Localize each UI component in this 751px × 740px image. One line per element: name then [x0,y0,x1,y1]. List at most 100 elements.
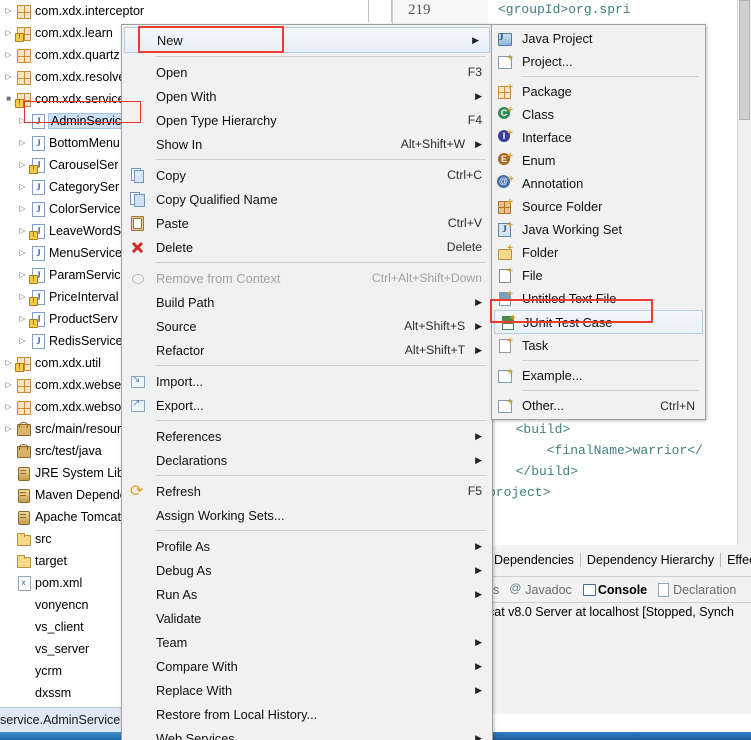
tree-twisty-collapsed-icon[interactable]: ▷ [2,352,15,374]
pom-tab[interactable]: Dependency Hierarchy [581,553,722,567]
menu-item-java-project[interactable]: Java Project [492,27,705,50]
pom-tab[interactable]: Effecti [721,553,751,567]
menu-item-accelerator: Alt+Shift+T [404,343,466,357]
menu-item-label: Open With [156,88,217,104]
menu-item-show-in[interactable]: Show In Alt+Shift+W ▶ [122,132,492,156]
editor-vertical-scrollbar[interactable] [737,0,751,545]
menu-item-open-type-hierarchy[interactable]: Open Type Hierarchy F4 [122,108,492,132]
menu-item-build-path[interactable]: Build Path ▶ [122,290,492,314]
refresh-icon [129,481,145,501]
menu-item-label: Import... [156,373,203,389]
tree-twisty-collapsed-icon[interactable]: ▷ [16,242,29,264]
tree-twisty-collapsed-icon[interactable]: ▷ [16,154,29,176]
package-icon [15,47,32,63]
folder-icon [15,531,32,547]
tree-twisty-collapsed-icon[interactable]: ▷ [16,264,29,286]
tree-twisty-collapsed-icon[interactable]: ▷ [2,66,15,88]
tree-twisty-collapsed-icon[interactable]: ▷ [16,286,29,308]
tree-twisty-collapsed-icon[interactable]: ▷ [2,44,15,66]
menu-item-references[interactable]: References ▶ [122,424,492,448]
pom-tab[interactable]: Dependencies [488,553,581,567]
code-text: <finalName>warrior</ [500,443,703,458]
tree-twisty-collapsed-icon[interactable]: ▷ [16,132,29,154]
new-submenu-items[interactable]: Java Project Project... Package Class Interf… [492,27,705,417]
menu-item-copy-qualified-name[interactable]: Copy Qualified Name [122,187,492,211]
tree-twisty-collapsed-icon[interactable]: ▷ [2,396,15,418]
menu-item-paste[interactable]: Paste Ctrl+V [122,211,492,235]
menu-item-other[interactable]: Other... Ctrl+N [492,394,705,417]
tree-twisty-collapsed-icon[interactable]: ▷ [2,374,15,396]
tree-item[interactable]: ▷ com.xdx.interceptor [0,0,160,22]
menu-item-junit-test-case[interactable]: JUnit Test Case [494,310,703,334]
view-tab-javadoc[interactable]: Javadoc [504,581,577,597]
menu-item-folder[interactable]: Folder [492,241,705,264]
menu-item-label: Restore from Local History... [156,706,318,722]
menu-item-replace-with[interactable]: Replace With ▶ [122,678,492,702]
none [15,641,32,657]
tree-twisty-collapsed-icon[interactable]: ▷ [16,198,29,220]
menu-item-run-as[interactable]: Run As ▶ [122,582,492,606]
menu-item-label: Interface [522,130,572,145]
view-tab-bar[interactable]: s Javadoc Console Declaration [488,576,751,602]
menu-item-example[interactable]: Example... [492,364,705,387]
menu-item-open[interactable]: Open F3 [122,60,492,84]
new-submenu[interactable]: Java Project Project... Package Class Interf… [491,24,706,420]
tree-item-label: ProductServ [49,312,118,326]
menu-item-project[interactable]: Project... [492,50,705,73]
tree-item-label: CarouselSer [49,158,119,172]
menu-item-import[interactable]: Import... [122,369,492,393]
warning-badge-icon: ! [15,363,24,372]
menu-item-declarations[interactable]: Declarations ▶ [122,448,492,472]
menu-item-open-with[interactable]: Open With ▶ [122,84,492,108]
bottom-panel[interactable]: DependenciesDependency HierarchyEffecti … [488,545,751,714]
menu-item-team[interactable]: Team ▶ [122,630,492,654]
menu-item-copy[interactable]: Copy Ctrl+C [122,163,492,187]
explorer-status-text: service.AdminService [0,713,121,727]
menu-item-interface[interactable]: Interface [492,126,705,149]
tree-twisty-collapsed-icon[interactable]: ▷ [2,0,15,22]
menu-item-class[interactable]: Class [492,103,705,126]
menu-item-export[interactable]: Export... [122,393,492,417]
menu-item-package[interactable]: Package [492,80,705,103]
menu-item-label: Java Project [522,31,593,46]
menu-item-profile-as[interactable]: Profile As ▶ [122,534,492,558]
tree-item-label: CategorySer [49,180,120,194]
console-icon [582,583,596,596]
menu-item-assign-working-sets[interactable]: Assign Working Sets... [122,503,492,527]
menu-item-accelerator: Alt+Shift+W [400,137,466,151]
view-tab-declaration[interactable]: Declaration [652,583,741,597]
context-menu-items[interactable]: New ▶ Open F3 Open With ▶ Open Type Hierarchy F… [122,27,492,740]
menu-item-debug-as[interactable]: Debug As ▶ [122,558,492,582]
menu-item-restore-from-local-history[interactable]: Restore from Local History... [122,702,492,726]
menu-item-annotation[interactable]: Annotation [492,172,705,195]
tree-twisty-collapsed-icon[interactable]: ▷ [2,22,15,44]
menu-item-new[interactable]: New ▶ [124,27,490,53]
menu-separator [156,420,486,421]
menu-item-source-folder[interactable]: Source Folder [492,195,705,218]
tree-twisty-collapsed-icon[interactable]: ▷ [16,110,29,132]
tree-twisty-collapsed-icon[interactable]: ▷ [16,176,29,198]
tree-twisty-expanded-icon[interactable]: ■ [2,88,15,110]
view-tab-console[interactable]: Console [577,583,652,597]
menu-item-java-working-set[interactable]: Java Working Set [492,218,705,241]
tree-twisty-collapsed-icon[interactable]: ▷ [16,308,29,330]
menu-item-source[interactable]: Source Alt+Shift+S ▶ [122,314,492,338]
menu-item-label: Profile As [156,538,211,554]
context-menu[interactable]: New ▶ Open F3 Open With ▶ Open Type Hierarchy F… [121,24,493,740]
menu-item-delete[interactable]: Delete Delete [122,235,492,259]
menu-item-untitled-text-file[interactable]: Untitled Text File [492,287,705,310]
menu-item-label: Assign Working Sets... [156,507,285,523]
menu-item-web-services[interactable]: Web Services ▶ [122,726,492,740]
tree-twisty-collapsed-icon[interactable]: ▷ [16,330,29,352]
menu-item-enum[interactable]: Enum [492,149,705,172]
pom-editor-tabs[interactable]: DependenciesDependency HierarchyEffecti [488,549,751,571]
menu-item-task[interactable]: Task [492,334,705,357]
menu-item-refactor[interactable]: Refactor Alt+Shift+T ▶ [122,338,492,362]
scrollbar-thumb[interactable] [739,0,750,120]
tree-twisty-collapsed-icon[interactable]: ▷ [16,220,29,242]
menu-item-compare-with[interactable]: Compare With ▶ [122,654,492,678]
menu-item-validate[interactable]: Validate [122,606,492,630]
menu-item-refresh[interactable]: Refresh F5 [122,479,492,503]
menu-item-file[interactable]: File [492,264,705,287]
tree-twisty-collapsed-icon[interactable]: ▷ [2,418,15,440]
